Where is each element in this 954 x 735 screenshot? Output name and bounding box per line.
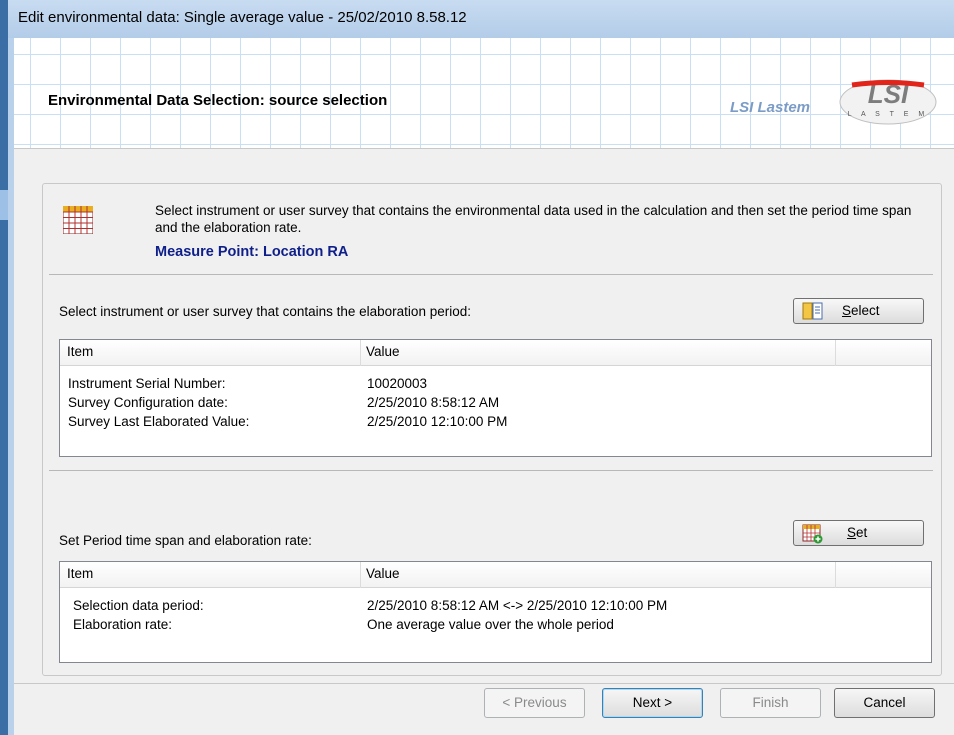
- period-section-label: Set Period time span and elaboration rat…: [59, 533, 312, 548]
- list-header: Item Value: [60, 562, 931, 588]
- title-bar[interactable]: Edit environmental data: Single average …: [8, 0, 954, 38]
- cancel-button[interactable]: Cancel: [834, 688, 935, 718]
- next-button-label: Next >: [632, 695, 673, 710]
- previous-button-label: < Previous: [502, 695, 567, 710]
- list-item-name: Survey Configuration date:: [68, 395, 228, 410]
- wizard-header: Environmental Data Selection: source sel…: [14, 38, 954, 148]
- finish-button-label: Finish: [752, 695, 789, 710]
- column-header-item[interactable]: Item: [67, 566, 93, 581]
- source-details-list[interactable]: Item Value Instrument Serial Number: 100…: [59, 339, 932, 457]
- previous-button[interactable]: < Previous: [484, 688, 585, 718]
- column-header-value[interactable]: Value: [366, 566, 400, 581]
- source-section-label: Select instrument or user survey that co…: [59, 304, 471, 319]
- wizard-client-area: Environmental Data Selection: source sel…: [14, 38, 954, 735]
- section-divider: [49, 274, 933, 275]
- calendar-grid-icon: [63, 206, 93, 234]
- set-button-label: Set: [847, 525, 868, 540]
- list-header: Item Value: [60, 340, 931, 366]
- source-selection-panel: Select instrument or user survey that co…: [42, 183, 942, 676]
- brand-name: LSI Lastem: [730, 99, 811, 116]
- column-header-item[interactable]: Item: [67, 344, 93, 359]
- list-item-value: 10020003: [367, 376, 428, 391]
- list-item-value: 2/25/2010 8:58:12 AM: [367, 395, 500, 410]
- section-divider: [49, 470, 933, 471]
- column-divider[interactable]: [835, 562, 836, 588]
- next-button[interactable]: Next >: [602, 688, 703, 718]
- calendar-add-icon: [802, 524, 823, 544]
- set-button[interactable]: Set: [793, 520, 924, 546]
- list-item-name: Survey Last Elaborated Value:: [68, 414, 250, 429]
- background-window-edge: [0, 0, 8, 735]
- column-divider[interactable]: [360, 562, 361, 588]
- lsi-lastem-logo: LSI L A S T E M: [839, 79, 937, 125]
- page-title: Environmental Data Selection: source sel…: [48, 92, 388, 109]
- measure-point-label: Measure Point: Location RA: [155, 244, 349, 260]
- list-item-value: One average value over the whole period: [367, 617, 614, 632]
- footer-divider: [14, 683, 954, 684]
- column-header-value[interactable]: Value: [366, 344, 400, 359]
- column-divider[interactable]: [360, 340, 361, 366]
- svg-text:L A S T E M: L A S T E M: [848, 111, 928, 118]
- cancel-button-label: Cancel: [863, 695, 906, 710]
- finish-button[interactable]: Finish: [720, 688, 821, 718]
- list-item-name: Elaboration rate:: [73, 617, 173, 632]
- select-button[interactable]: Select: [793, 298, 924, 324]
- list-item-name: Instrument Serial Number:: [68, 376, 226, 391]
- list-item-value: 2/25/2010 12:10:00 PM: [367, 414, 508, 429]
- wizard-window: Edit environmental data: Single average …: [8, 0, 954, 735]
- list-item-name: Selection data period:: [73, 598, 204, 613]
- header-divider: [14, 148, 954, 149]
- select-button-label: Select: [842, 303, 880, 318]
- window-title: Edit environmental data: Single average …: [18, 9, 467, 26]
- period-details-list[interactable]: Item Value Selection data period: 2/25/2…: [59, 561, 932, 663]
- book-icon: [802, 302, 823, 320]
- list-item-value: 2/25/2010 8:58:12 AM <-> 2/25/2010 12:10…: [367, 598, 668, 613]
- column-divider[interactable]: [835, 340, 836, 366]
- intro-description: Select instrument or user survey that co…: [155, 203, 912, 235]
